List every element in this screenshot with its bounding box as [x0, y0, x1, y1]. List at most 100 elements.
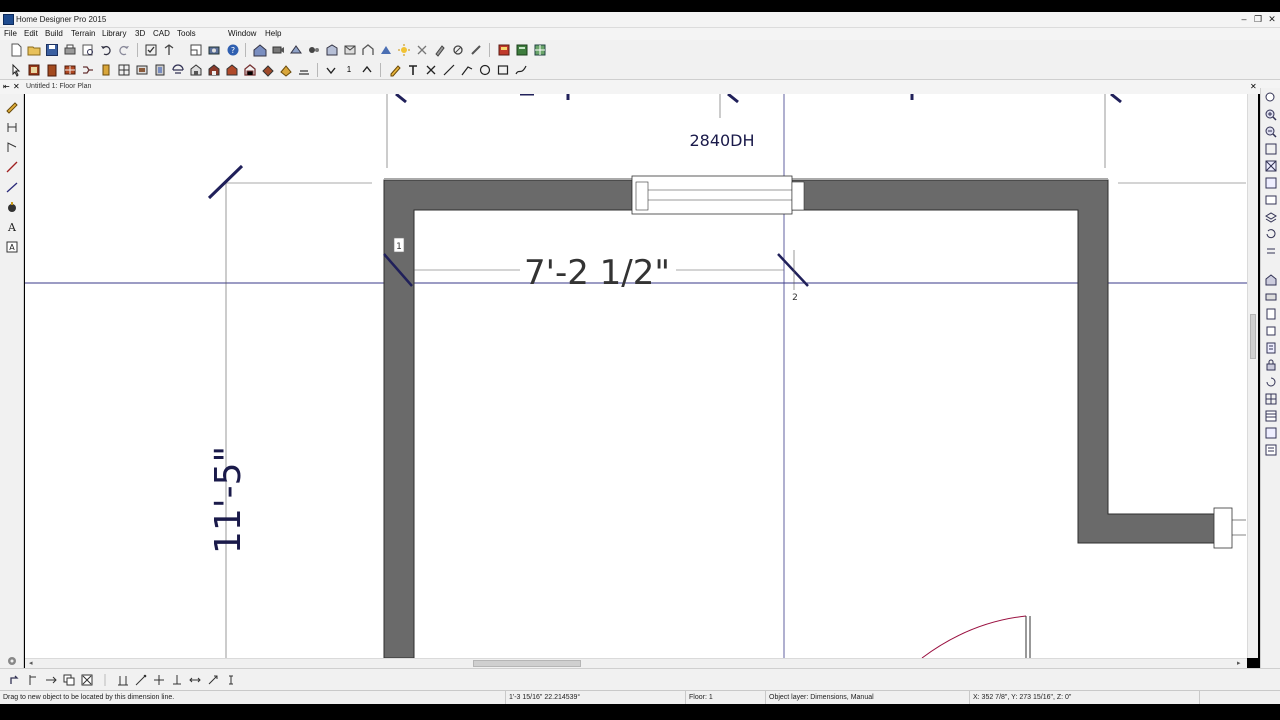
cabinet-icon[interactable] [81, 63, 95, 77]
undo-icon[interactable] [99, 43, 113, 57]
menu-window[interactable]: Window [228, 29, 256, 38]
align-icon[interactable] [116, 673, 130, 687]
refresh-icon[interactable] [1264, 227, 1278, 241]
text-tool-icon[interactable]: A [5, 220, 19, 234]
pencil-icon[interactable] [388, 63, 402, 77]
vertical-scroll-thumb[interactable] [1250, 314, 1256, 359]
redo-icon[interactable] [117, 43, 131, 57]
sun-icon[interactable] [379, 43, 393, 57]
library-icon[interactable] [515, 43, 529, 57]
lock-icon[interactable] [1264, 358, 1278, 372]
move-arrows-icon[interactable] [152, 673, 166, 687]
framing-tool-icon[interactable] [225, 63, 239, 77]
3d-view-icon[interactable] [1264, 273, 1278, 287]
horizontal-scroll-thumb[interactable] [473, 660, 581, 667]
menu-3d[interactable]: 3D [135, 29, 145, 38]
close-document-icon[interactable]: ✕ [13, 82, 20, 91]
door-icon[interactable] [45, 63, 59, 77]
framing-icon[interactable] [361, 43, 375, 57]
camera-view-icon[interactable] [271, 43, 285, 57]
schedule-icon[interactable] [1264, 426, 1278, 440]
edit-page-icon[interactable] [1264, 341, 1278, 355]
menu-edit[interactable]: Edit [24, 29, 38, 38]
stretch-icon[interactable] [206, 673, 220, 687]
settings-gear-icon[interactable] [5, 654, 19, 668]
minimize-button[interactable]: – [1238, 13, 1250, 25]
dormer-icon[interactable] [171, 63, 185, 77]
rectangle-icon[interactable] [496, 63, 510, 77]
floor-plan-canvas[interactable]: 2840DH 7'-2 1/2" 1 2 11'-5" [25, 94, 1258, 658]
ruler-icon[interactable] [5, 100, 19, 114]
table-icon[interactable] [1264, 409, 1278, 423]
menu-build[interactable]: Build [45, 29, 63, 38]
fireplace-icon[interactable] [189, 63, 203, 77]
zoom-box-icon[interactable] [1264, 142, 1278, 156]
camera-icon[interactable] [207, 43, 221, 57]
vertical-scrollbar[interactable] [1247, 94, 1258, 658]
pan-icon[interactable] [1264, 176, 1278, 190]
edit-icon[interactable] [451, 43, 465, 57]
open-folder-icon[interactable] [27, 43, 41, 57]
select-objects-icon[interactable] [144, 43, 158, 57]
save-icon[interactable] [45, 43, 59, 57]
grid-icon[interactable] [1264, 392, 1278, 406]
material-icon[interactable] [397, 43, 411, 57]
copy-icon[interactable] [62, 673, 76, 687]
callout-icon[interactable]: A [5, 240, 19, 254]
close-x-icon[interactable] [424, 63, 438, 77]
fill-window-icon[interactable] [162, 43, 176, 57]
plan-camera-icon[interactable] [1264, 290, 1278, 304]
palette-icon[interactable] [497, 43, 511, 57]
materials-list-icon[interactable] [1264, 443, 1278, 457]
menu-file[interactable]: File [4, 29, 17, 38]
floor-plan-drawing[interactable]: 2840DH 7'-2 1/2" 1 2 11'-5" [25, 94, 1258, 658]
maximize-button[interactable]: ❐ [1252, 13, 1264, 25]
polyline-icon[interactable] [5, 180, 19, 194]
build-wall-icon[interactable] [27, 63, 41, 77]
scroll-right-icon[interactable]: ▸ [1237, 660, 1241, 668]
pin-icon[interactable]: ⇤ [3, 82, 10, 91]
up-arrow-icon[interactable] [360, 63, 374, 77]
stairs-icon[interactable] [99, 63, 113, 77]
menu-library[interactable]: Library [102, 29, 126, 38]
layout-icon[interactable] [533, 43, 547, 57]
print-icon[interactable] [63, 43, 77, 57]
view-icon[interactable] [1264, 193, 1278, 207]
menu-cad[interactable]: CAD [153, 29, 170, 38]
select-arrow-icon[interactable] [9, 63, 23, 77]
elevation-icon[interactable] [325, 43, 339, 57]
angle-tool-icon[interactable] [5, 140, 19, 154]
wall-type-icon[interactable] [153, 63, 167, 77]
move-icon[interactable] [44, 673, 58, 687]
open-object-icon[interactable] [26, 673, 40, 687]
close-view-icon[interactable]: ✕ [1250, 82, 1257, 91]
swap-icon[interactable] [1264, 244, 1278, 258]
zoom-in-icon[interactable] [1264, 108, 1278, 122]
menu-tools[interactable]: Tools [177, 29, 196, 38]
rotate-icon[interactable] [1264, 375, 1278, 389]
delete-object-icon[interactable] [80, 673, 94, 687]
floor-number-icon[interactable]: 1 [342, 63, 356, 77]
menu-terrain[interactable]: Terrain [71, 29, 95, 38]
close-window-button[interactable]: ✕ [1266, 13, 1278, 25]
dimension-tool-icon[interactable] [5, 120, 19, 134]
new-file-icon[interactable] [9, 43, 23, 57]
zoom-extents-icon[interactable] [1264, 91, 1278, 105]
info-icon[interactable] [224, 673, 238, 687]
page-icon[interactable] [1264, 307, 1278, 321]
anchor-icon[interactable] [170, 673, 184, 687]
fixture-icon[interactable] [207, 63, 221, 77]
edit-behavior-icon[interactable] [8, 673, 22, 687]
floor-plan-view-icon[interactable] [189, 43, 203, 57]
fill-window-view-icon[interactable] [1264, 159, 1278, 173]
line-icon[interactable] [442, 63, 456, 77]
roof-icon[interactable] [135, 63, 149, 77]
zoom-out-icon[interactable] [1264, 125, 1278, 139]
help-icon[interactable]: ? [226, 43, 240, 57]
layer-icon[interactable] [1264, 210, 1278, 224]
spline-icon[interactable] [514, 63, 528, 77]
arc-icon[interactable] [460, 63, 474, 77]
line-draw-icon[interactable] [5, 160, 19, 174]
terrain-icon[interactable] [243, 63, 257, 77]
paint-bucket-icon[interactable] [5, 200, 19, 214]
